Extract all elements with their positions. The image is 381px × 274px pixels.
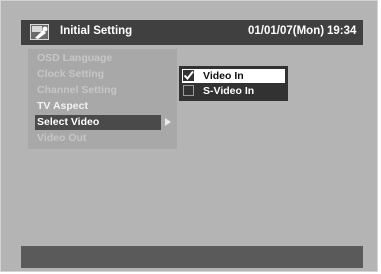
date-display: 01/01/07(Mon) [248,25,325,37]
checkbox-checked-icon [183,70,194,81]
option-label: Video In [203,70,244,82]
submenu-arrow-icon [165,118,171,126]
setup-wrench-icon [30,24,49,40]
menu-item-channel-setting[interactable]: Channel Setting [37,83,117,98]
help-bar [21,246,363,268]
menu-item-clock-setting[interactable]: Clock Setting [37,67,104,82]
setting-menu: OSD Language Clock Setting Channel Setti… [28,49,177,149]
checkbox-unchecked-icon [183,85,194,96]
menu-item-osd-language[interactable]: OSD Language [37,51,112,66]
menu-item-select-video[interactable]: Select Video [35,115,161,130]
osd-screen: Initial Setting 01/01/07(Mon) 19:34 OSD … [0,0,378,272]
menu-item-tv-aspect[interactable]: TV Aspect [37,99,88,114]
option-s-video-in[interactable]: S-Video In [182,84,285,98]
menu-item-video-out[interactable]: Video Out [37,131,86,146]
time-display: 19:34 [327,25,357,37]
option-label: S-Video In [203,85,255,97]
option-video-in[interactable]: Video In [182,69,285,83]
video-input-options: Video In S-Video In [179,66,288,101]
title-bar: Initial Setting 01/01/07(Mon) 19:34 [21,20,363,45]
page-title: Initial Setting [60,25,133,37]
